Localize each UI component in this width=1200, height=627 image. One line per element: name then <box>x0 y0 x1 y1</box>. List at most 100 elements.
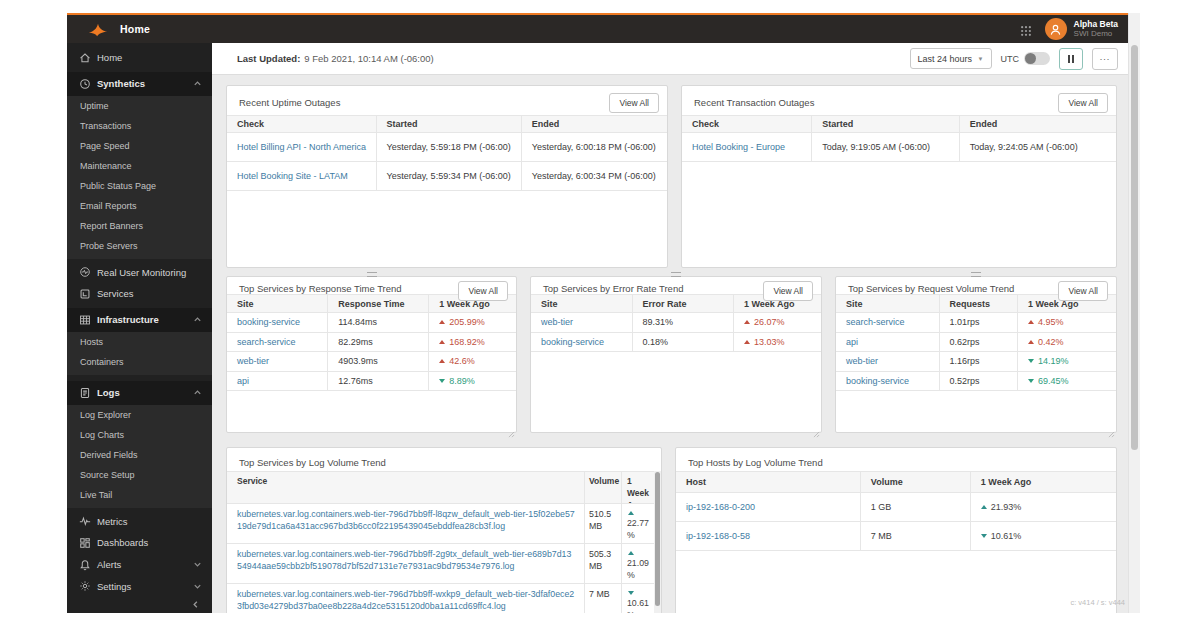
item-link[interactable]: booking-service <box>541 337 604 347</box>
sidebar-subitem-label: Containers <box>80 357 124 367</box>
sidebar-item-maintenance[interactable]: Maintenance <box>67 156 212 176</box>
sidebar-item-probe-servers[interactable]: Probe Servers <box>67 236 212 256</box>
item-link[interactable]: web-tier <box>541 317 573 327</box>
cell-link: booking-service <box>836 372 940 391</box>
sidebar-item-uptime[interactable]: Uptime <box>67 96 212 116</box>
chevron-up-icon <box>193 315 202 324</box>
item-link[interactable]: api <box>846 337 858 347</box>
services-icon <box>79 288 91 300</box>
card-title: Top Services by Request Volume Trend <box>848 283 1014 294</box>
column-header: Started <box>812 116 960 132</box>
sidebar-item-services[interactable]: Services <box>67 283 212 305</box>
trend-value: 0.42% <box>1038 337 1064 347</box>
sidebar-item-live-tail[interactable]: Live Tail <box>67 485 212 505</box>
app-switcher-icon[interactable] <box>1020 23 1032 35</box>
item-link[interactable]: Hotel Billing API - North America <box>237 142 366 152</box>
column-header: Check <box>682 116 812 132</box>
cell-link: kubernetes.var.log.containers.web-tier-7… <box>227 544 585 583</box>
item-link[interactable]: booking-service <box>237 317 300 327</box>
resize-handle-icon[interactable] <box>1108 424 1115 431</box>
sidebar-subitem-label: Derived Fields <box>80 450 138 460</box>
sidebar-item-real-user-monitoring[interactable]: Real User Monitoring <box>67 262 212 284</box>
item-link[interactable]: search-service <box>237 337 296 347</box>
sidebar-item-alerts[interactable]: Alerts <box>67 554 212 576</box>
view-all-button[interactable]: View All <box>458 281 508 301</box>
sidebar-collapse-button[interactable] <box>67 597 212 613</box>
sidebar-item-transactions[interactable]: Transactions <box>67 116 212 136</box>
main-scrollbar[interactable] <box>1128 13 1140 613</box>
sidebar-item-public-status-page[interactable]: Public Status Page <box>67 176 212 196</box>
sidebar-item-derived-fields[interactable]: Derived Fields <box>67 445 212 465</box>
sidebar-item-log-explorer[interactable]: Log Explorer <box>67 405 212 425</box>
trend-unit: % <box>627 569 653 581</box>
home-icon <box>79 52 91 64</box>
sidebar-item-dashboards[interactable]: Dashboards <box>67 532 212 554</box>
card-scrollbar[interactable] <box>654 471 661 613</box>
sidebar-item-containers[interactable]: Containers <box>67 352 212 372</box>
sidebar-group-infrastructure: InfrastructureHosts Containers <box>67 308 212 375</box>
card-scrollbar-thumb[interactable] <box>655 472 660 606</box>
solarwinds-logo-icon[interactable] <box>88 22 108 37</box>
cell-value: 82.29ms <box>328 333 429 352</box>
sidebar-item-label: Metrics <box>97 516 128 527</box>
sidebar-item-synthetics[interactable]: Synthetics <box>67 72 212 96</box>
column-header: Started <box>377 116 522 132</box>
sidebar-subitem-label: Public Status Page <box>80 181 156 191</box>
sidebar-item-label: Logs <box>97 387 120 398</box>
view-all-button[interactable]: View All <box>1058 281 1108 301</box>
sidebar-item-home[interactable]: Home <box>67 47 212 69</box>
utc-toggle[interactable] <box>1024 52 1050 65</box>
sidebar-item-settings[interactable]: Settings <box>67 575 212 597</box>
drag-handle-icon[interactable] <box>971 272 981 277</box>
item-link[interactable]: api <box>237 376 249 386</box>
time-range-select[interactable]: Last 24 hours ▼ <box>910 48 992 69</box>
cell-link: kubernetes.var.log.containers.web-tier-7… <box>227 504 585 543</box>
sidebar-item-log-charts[interactable]: Log Charts <box>67 425 212 445</box>
pause-button[interactable] <box>1059 48 1083 70</box>
sidebar-item-label: Settings <box>97 581 131 592</box>
resize-handle-icon[interactable] <box>508 424 515 431</box>
view-all-button[interactable]: View All <box>609 93 659 113</box>
sidebar-item-email-reports[interactable]: Email Reports <box>67 196 212 216</box>
sidebar-item-report-banners[interactable]: Report Banners <box>67 216 212 236</box>
item-link[interactable]: kubernetes.var.log.containers.web-tier-7… <box>237 549 571 571</box>
scrollbar-thumb[interactable] <box>1131 45 1138 450</box>
resize-handle-icon[interactable] <box>813 424 820 431</box>
item-link[interactable]: Hotel Booking - Europe <box>692 142 785 152</box>
top-bar: Home Alpha Beta SWI Demo <box>67 13 1128 43</box>
sidebar-item-metrics[interactable]: Metrics <box>67 511 212 533</box>
trend-cell: 14.19% <box>1018 352 1116 371</box>
view-all-button[interactable]: View All <box>1058 93 1108 113</box>
card-table: SiteRequests1 Week Agosearch-service1.01… <box>836 294 1116 391</box>
drag-handle-icon[interactable] <box>671 272 681 277</box>
sidebar-subitem-label: Live Tail <box>80 490 112 500</box>
main-content: Last Updated: 9 Feb 2021, 10:14 AM (-06:… <box>212 43 1128 613</box>
item-link[interactable]: kubernetes.var.log.containers.web-tier-7… <box>237 509 575 531</box>
drag-handle-icon[interactable] <box>367 272 377 277</box>
cell-link: Hotel Booking - Europe <box>682 133 812 161</box>
sidebar-item-hosts[interactable]: Hosts <box>67 332 212 352</box>
item-link[interactable]: ip-192-168-0-58 <box>686 531 750 541</box>
sidebar-item-logs[interactable]: Logs <box>67 381 212 405</box>
sidebar-item-source-setup[interactable]: Source Setup <box>67 465 212 485</box>
view-all-button[interactable]: View All <box>763 281 813 301</box>
more-options-button[interactable]: ... <box>1092 48 1118 70</box>
item-link[interactable]: kubernetes.var.log.containers.web-tier-7… <box>237 589 574 611</box>
trend-down-arrow-icon <box>628 591 634 595</box>
item-link[interactable]: booking-service <box>846 376 909 386</box>
table-header-row: HostVolume1 Week Ago <box>676 471 1116 493</box>
trend-up-arrow-icon <box>439 320 445 324</box>
item-link[interactable]: ip-192-168-0-200 <box>686 502 755 512</box>
item-link[interactable]: web-tier <box>237 356 269 366</box>
table-row: ip-192-168-0-2001 GB21.93% <box>676 493 1116 522</box>
cell-link: ip-192-168-0-200 <box>676 493 861 521</box>
avatar[interactable] <box>1045 18 1067 40</box>
item-link[interactable]: search-service <box>846 317 905 327</box>
item-link[interactable]: web-tier <box>846 356 878 366</box>
sidebar-item-infrastructure[interactable]: Infrastructure <box>67 308 212 332</box>
table-row: Hotel Booking - EuropeToday, 9:19:05 AM … <box>682 133 1116 162</box>
sidebar-item-page-speed[interactable]: Page Speed <box>67 136 212 156</box>
item-link[interactable]: Hotel Booking Site - LATAM <box>237 171 348 181</box>
account-info[interactable]: Alpha Beta SWI Demo <box>1074 19 1118 40</box>
cell-link: booking-service <box>227 313 328 332</box>
